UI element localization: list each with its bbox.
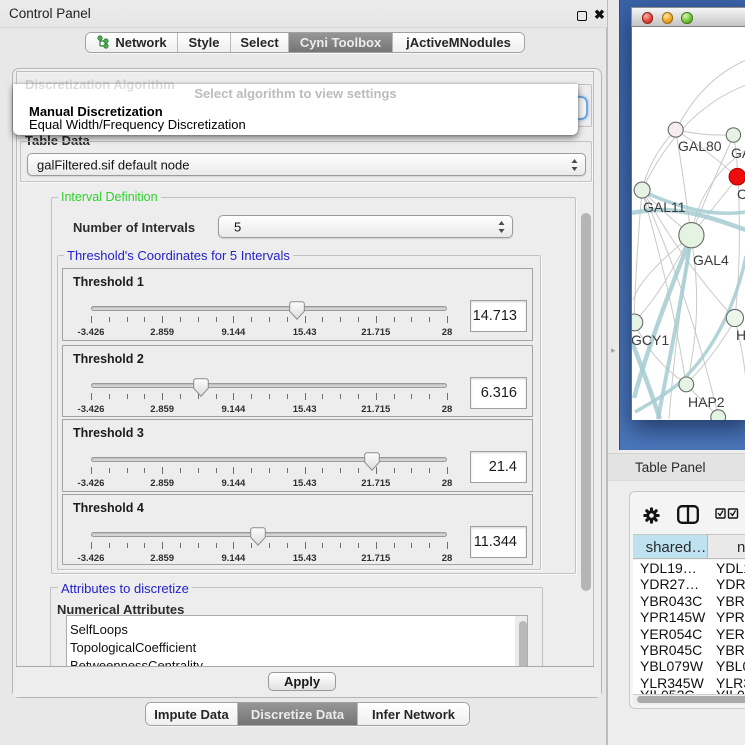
svg-text:GA: GA	[731, 145, 745, 161]
svg-text:GAL11: GAL11	[643, 199, 686, 215]
svg-text:HA: HA	[736, 327, 745, 343]
svg-text:GCY1: GCY1	[632, 332, 669, 348]
svg-text:HAP2: HAP2	[688, 394, 725, 410]
svg-text:C: C	[737, 186, 745, 202]
svg-text:GAL80: GAL80	[678, 138, 722, 154]
svg-text:GAL4: GAL4	[693, 252, 729, 268]
